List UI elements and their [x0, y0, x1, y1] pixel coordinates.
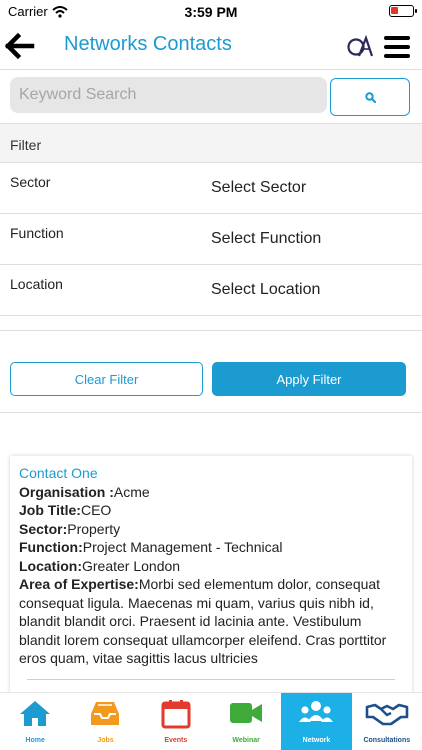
contact-name[interactable]: Contact One — [19, 464, 403, 483]
tab-network-label: Network — [302, 737, 331, 744]
tab-home-label: Home — [25, 737, 45, 744]
contact-card[interactable]: Contact One Organisation :Acme Job Title… — [10, 456, 412, 696]
filter-heading: Filter — [0, 124, 422, 163]
hamburger-menu-icon[interactable] — [384, 36, 410, 58]
function-filter-row[interactable]: Function Select Function — [0, 214, 422, 265]
search-icon — [364, 91, 376, 103]
sector-label: Sector — [10, 174, 51, 190]
function-select[interactable]: Select Function — [211, 230, 321, 248]
back-arrow-icon[interactable] — [4, 30, 36, 62]
handshake-icon — [365, 703, 409, 726]
contact-location: Location:Greater London — [19, 557, 181, 574]
people-group-icon — [299, 701, 334, 722]
contact-sector: Sector:Property — [19, 520, 121, 537]
page-title: Networks Contacts — [64, 33, 232, 55]
location-filter-row[interactable]: Location Select Location — [0, 265, 422, 316]
apply-filter-button[interactable]: Apply Filter — [212, 362, 406, 396]
tab-events-label: Events — [164, 737, 188, 744]
status-bar: Carrier 3:59 PM — [0, 0, 422, 22]
inbox-tray-icon — [91, 702, 120, 725]
contact-organisation: Organisation :Acme — [19, 483, 150, 500]
tab-jobs-label: Jobs — [97, 737, 114, 744]
keyword-search-input[interactable] — [10, 77, 327, 113]
header: Networks Contacts — [0, 22, 422, 70]
card-divider — [27, 679, 395, 680]
filter-actions: Clear Filter Apply Filter — [0, 331, 422, 413]
calendar-icon — [161, 700, 191, 729]
bottom-tab-bar: Home Jobs Events Webinar Network Consult… — [0, 692, 422, 750]
contact-job-title: Job Title:CEO — [19, 502, 112, 518]
location-select[interactable]: Select Location — [211, 281, 320, 299]
location-label: Location — [10, 276, 63, 292]
search-button[interactable] — [330, 78, 410, 116]
contact-expertise: Area of Expertise:Morbi sed elementum do… — [19, 576, 387, 666]
status-time: 3:59 PM — [184, 4, 238, 20]
brand-logo-icon — [347, 35, 373, 57]
sector-filter-row[interactable]: Sector Select Sector — [0, 163, 422, 214]
tab-consultations[interactable]: Consultations — [352, 693, 422, 750]
contact-function: Function:Project Management - Technical — [19, 539, 283, 555]
video-camera-icon — [230, 703, 263, 723]
tab-network[interactable]: Network — [281, 693, 352, 750]
battery-icon — [389, 5, 417, 17]
tab-home[interactable]: Home — [0, 693, 70, 750]
tab-jobs[interactable]: Jobs — [70, 693, 140, 750]
tab-events[interactable]: Events — [141, 693, 211, 750]
tab-consultations-label: Consultations — [363, 737, 411, 744]
home-icon — [20, 701, 51, 726]
search-bar — [0, 70, 422, 124]
sector-select[interactable]: Select Sector — [211, 179, 306, 197]
tab-webinar-label: Webinar — [232, 737, 260, 744]
clear-filter-button[interactable]: Clear Filter — [10, 362, 203, 396]
filter-divider — [0, 316, 422, 331]
tab-webinar[interactable]: Webinar — [211, 693, 281, 750]
function-label: Function — [10, 225, 64, 241]
